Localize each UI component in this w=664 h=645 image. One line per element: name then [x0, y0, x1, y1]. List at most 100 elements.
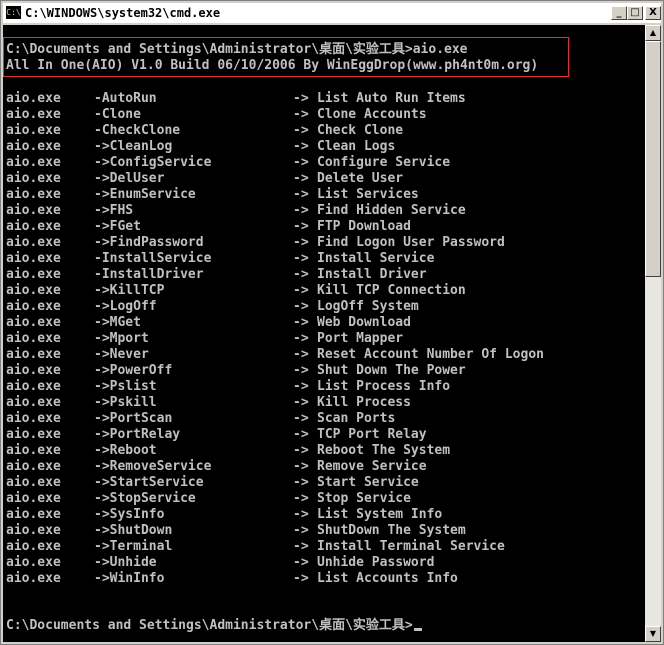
maximize-button[interactable]: □	[627, 6, 643, 20]
row-exe-name: aio.exe	[6, 459, 61, 474]
row-arrow: ->	[293, 443, 309, 458]
row-arrow: ->	[293, 491, 309, 506]
row-option: ->Terminal	[94, 539, 173, 554]
row-arrow: ->	[293, 347, 309, 362]
scroll-thumb[interactable]	[645, 41, 661, 277]
row-description: ShutDown The System	[317, 523, 466, 538]
row-option: ->Mport	[94, 331, 149, 346]
help-row: aio.exe ->FindPassword -> Find Logon User P…	[3, 235, 643, 251]
help-row: aio.exe -CheckClone -> Check Clone	[3, 123, 643, 139]
row-arrow: ->	[293, 203, 309, 218]
row-option: ->RemoveService	[94, 459, 212, 474]
console-output[interactable]: C:\Documents and Settings\Administrator\…	[3, 25, 645, 642]
close-button[interactable]: X	[645, 6, 661, 20]
title-bar[interactable]: C:\ C:\WINDOWS\system32\cmd.exe _ □ X	[3, 3, 661, 23]
row-arrow: ->	[293, 91, 309, 106]
current-prompt-line[interactable]: C:\Documents and Settings\Administrator\…	[6, 618, 422, 634]
row-option: ->ShutDown	[94, 523, 173, 538]
row-description: List System Info	[317, 507, 443, 522]
row-option: ->FHS	[94, 203, 134, 218]
row-option: ->EnumService	[94, 187, 196, 202]
cmd-app-icon[interactable]: C:\	[6, 6, 21, 19]
row-option: -Clone	[94, 107, 141, 122]
row-exe-name: aio.exe	[6, 171, 61, 186]
row-description: TCP Port Relay	[317, 427, 427, 442]
row-description: Port Mapper	[317, 331, 404, 346]
row-arrow: ->	[293, 283, 309, 298]
help-row: aio.exe ->WinInfo -> List Accounts Info	[3, 571, 643, 587]
row-option: ->SysInfo	[94, 507, 165, 522]
row-exe-name: aio.exe	[6, 315, 61, 330]
row-description: List Services	[317, 187, 419, 202]
row-arrow: ->	[293, 427, 309, 442]
row-description: Web Download	[317, 315, 411, 330]
row-exe-name: aio.exe	[6, 571, 61, 586]
scroll-down-button[interactable]: ▼	[645, 626, 661, 642]
cmd-window: C:\ C:\WINDOWS\system32\cmd.exe _ □ X C:…	[0, 0, 664, 645]
row-option: ->FindPassword	[94, 235, 204, 250]
help-row: aio.exe -InstallDriver -> Install Driver	[3, 267, 643, 283]
row-description: Delete User	[317, 171, 404, 186]
row-description: Install Driver	[317, 267, 427, 282]
row-exe-name: aio.exe	[6, 555, 61, 570]
row-description: List Auto Run Items	[317, 91, 466, 106]
row-arrow: ->	[293, 523, 309, 538]
help-row: aio.exe ->FHS -> Find Hidden Service	[3, 203, 643, 219]
row-exe-name: aio.exe	[6, 475, 61, 490]
row-option: ->DelUser	[94, 171, 165, 186]
help-row: aio.exe ->Reboot -> Reboot The System	[3, 443, 643, 459]
row-arrow: ->	[293, 267, 309, 282]
row-description: Reboot The System	[317, 443, 451, 458]
row-arrow: ->	[293, 107, 309, 122]
help-row: aio.exe ->PowerOff -> Shut Down The Power	[3, 363, 643, 379]
command-prompt-line: C:\Documents and Settings\Administrator\…	[6, 42, 468, 57]
row-option: ->PowerOff	[94, 363, 173, 378]
row-description: Clean Logs	[317, 139, 396, 154]
row-arrow: ->	[293, 459, 309, 474]
row-option: ->Pskill	[94, 395, 157, 410]
help-row: aio.exe ->PortScan -> Scan Ports	[3, 411, 643, 427]
row-option: -InstallService	[94, 251, 212, 266]
row-exe-name: aio.exe	[6, 91, 61, 106]
row-option: ->PortRelay	[94, 427, 181, 442]
help-row: aio.exe ->StopService -> Stop Service	[3, 491, 643, 507]
row-description: Scan Ports	[317, 411, 396, 426]
row-exe-name: aio.exe	[6, 139, 61, 154]
row-exe-name: aio.exe	[6, 363, 61, 378]
minimize-button[interactable]: _	[611, 6, 627, 20]
row-arrow: ->	[293, 331, 309, 346]
row-arrow: ->	[293, 299, 309, 314]
help-row: aio.exe ->KillTCP -> Kill TCP Connection	[3, 283, 643, 299]
row-arrow: ->	[293, 315, 309, 330]
row-arrow: ->	[293, 171, 309, 186]
row-arrow: ->	[293, 395, 309, 410]
row-option: ->WinInfo	[94, 571, 165, 586]
help-row: aio.exe ->ShutDown -> ShutDown The System	[3, 523, 643, 539]
row-exe-name: aio.exe	[6, 123, 61, 138]
banner-line: All In One(AIO) V1.0 Build 06/10/2006 By…	[6, 58, 539, 73]
row-option: ->Reboot	[94, 443, 157, 458]
row-option: -AutoRun	[94, 91, 157, 106]
text-cursor	[413, 628, 422, 631]
row-exe-name: aio.exe	[6, 203, 61, 218]
help-row: aio.exe ->LogOff -> LogOff System	[3, 299, 643, 315]
help-row: aio.exe -AutoRun -> List Auto Run Items	[3, 91, 643, 107]
row-arrow: ->	[293, 507, 309, 522]
row-arrow: ->	[293, 139, 309, 154]
row-option: ->FGet	[94, 219, 141, 234]
row-option: ->CleanLog	[94, 139, 173, 154]
row-option: ->StopService	[94, 491, 196, 506]
row-arrow: ->	[293, 379, 309, 394]
scroll-up-button[interactable]: ▲	[645, 25, 661, 41]
row-exe-name: aio.exe	[6, 395, 61, 410]
row-option: -CheckClone	[94, 123, 181, 138]
help-row: aio.exe ->PortRelay -> TCP Port Relay	[3, 427, 643, 443]
row-exe-name: aio.exe	[6, 443, 61, 458]
row-description: Configure Service	[317, 155, 451, 170]
row-exe-name: aio.exe	[6, 427, 61, 442]
row-exe-name: aio.exe	[6, 283, 61, 298]
help-row: aio.exe ->Unhide -> Unhide Password	[3, 555, 643, 571]
row-arrow: ->	[293, 411, 309, 426]
row-arrow: ->	[293, 187, 309, 202]
vertical-scrollbar[interactable]: ▲ ▼	[645, 25, 661, 642]
